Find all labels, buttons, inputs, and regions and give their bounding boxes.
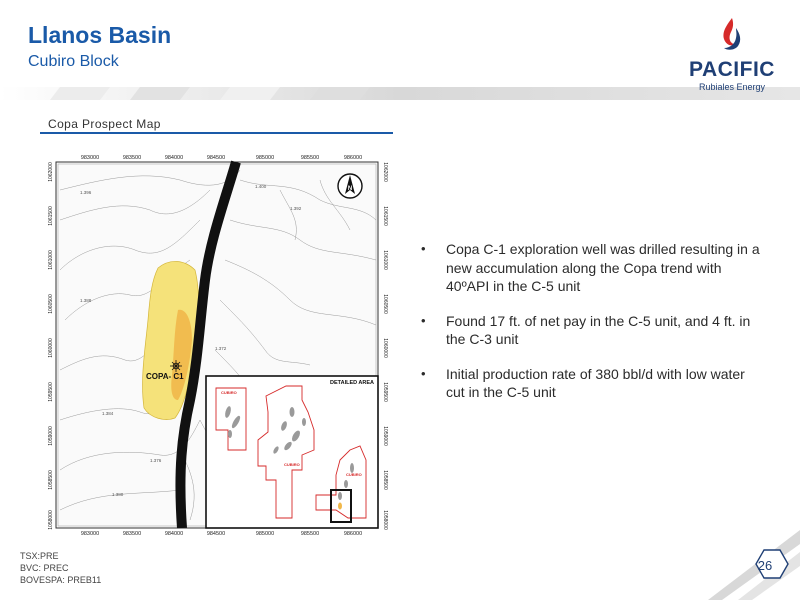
key-findings-list: • Copa C-1 exploration well was drilled r…	[421, 240, 766, 418]
flame-drop-icon	[723, 18, 741, 50]
logo-name: PACIFIC	[689, 58, 775, 81]
x-tick-top: 983000	[81, 155, 99, 161]
x-tick-top: 985500	[301, 155, 319, 161]
y-tick-right: 1061500	[382, 206, 388, 226]
x-tick-top: 983500	[123, 155, 141, 161]
section-divider	[40, 132, 393, 134]
list-item: • Copa C-1 exploration well was drilled r…	[421, 240, 766, 296]
x-tick-top: 984500	[207, 155, 225, 161]
ticker-footer: TSX:PRE BVC: PREC BOVESPA: PREB11	[20, 550, 101, 586]
y-tick-left: 1062000	[48, 162, 54, 182]
y-tick-left: 1060500	[48, 294, 54, 314]
y-tick-right: 1061000	[382, 250, 388, 270]
y-tick-right: 1062000	[382, 162, 388, 182]
y-tick-left: 1058000	[48, 510, 54, 530]
y-tick-left: 1058500	[48, 470, 54, 490]
detailed-area-inset: DETAILED AREA CUBIRO CUBIRO CUBIRO	[205, 375, 379, 529]
contour-label: 1.380	[112, 492, 124, 497]
y-tick-right: 1059000	[382, 426, 388, 446]
north-arrow-icon: N	[337, 173, 363, 199]
north-label: N	[348, 186, 352, 192]
x-tick-bottom: 984500	[207, 531, 225, 536]
y-tick-right: 1058000	[382, 510, 388, 530]
company-logo: PACIFIC Rubiales Energy	[684, 16, 784, 100]
logo-tagline: Rubiales Energy	[698, 82, 766, 92]
y-tick-right: 1060000	[382, 338, 388, 358]
slide-subtitle: Cubiro Block	[28, 53, 119, 70]
bullet-icon: •	[421, 365, 426, 381]
bullet-icon: •	[421, 312, 426, 328]
y-tick-left: 1060000	[48, 338, 54, 358]
bullet-text: Found 17 ft. of net pay in the C-5 unit,…	[446, 312, 751, 348]
list-item: • Found 17 ft. of net pay in the C-5 unit…	[421, 312, 766, 349]
y-tick-left: 1061000	[48, 250, 54, 270]
well-label: COPA- C1	[146, 372, 184, 381]
inset-block-label: CUBIRO	[284, 462, 300, 467]
x-tick-bottom: 983000	[81, 531, 99, 536]
bullet-text: Initial production rate of 380 bbl/d wit…	[446, 365, 745, 401]
contour-label: 1.376	[150, 458, 162, 463]
y-tick-left: 1059500	[48, 382, 54, 402]
map-section-label: Copa Prospect Map	[48, 117, 161, 131]
y-tick-labels-right: 1062000 1061500 1061000 1060500 1060000 …	[382, 162, 388, 530]
y-tick-right: 1058500	[382, 470, 388, 490]
header-banner	[0, 87, 800, 100]
page-number: 26	[757, 558, 773, 573]
x-tick-bottom: 983500	[123, 531, 141, 536]
x-tick-top: 984000	[165, 155, 183, 161]
y-tick-left: 1061500	[48, 206, 54, 226]
x-tick-bottom: 985000	[256, 531, 274, 536]
contour-label: 1.400	[255, 184, 267, 189]
contour-label: 1.396	[80, 190, 92, 195]
x-tick-bottom: 986000	[344, 531, 362, 536]
inset-block-label: CUBIRO	[346, 472, 362, 477]
bullet-text: Copa C-1 exploration well was drilled re…	[446, 241, 760, 294]
ticker-line: BVC: PREC	[20, 563, 69, 573]
bullet-icon: •	[421, 241, 426, 256]
x-tick-top: 985000	[256, 155, 274, 161]
copa-prospect-map: 983000 983500 984000 984500 985000 98550…	[40, 150, 396, 536]
contour-label: 1.372	[215, 346, 227, 351]
x-tick-top: 986000	[344, 155, 362, 161]
ticker-line: TSX:PRE	[20, 551, 59, 561]
contour-label: 1.384	[102, 411, 114, 416]
inset-block-label: CUBIRO	[221, 390, 237, 395]
x-tick-bottom: 984000	[165, 531, 183, 536]
y-tick-right: 1059500	[382, 382, 388, 402]
slide-title: Llanos Basin	[28, 22, 172, 48]
contour-label: 1.388	[80, 298, 92, 303]
list-item: • Initial production rate of 380 bbl/d wi…	[421, 365, 766, 402]
contour-label: 1.392	[290, 206, 302, 211]
ticker-line: BOVESPA: PREB11	[20, 575, 102, 585]
y-tick-left: 1059000	[48, 426, 54, 446]
inset-title: DETAILED AREA	[330, 380, 374, 386]
y-tick-right: 1060500	[382, 294, 388, 314]
y-tick-labels-left: 1062000 1061500 1061000 1060500 1060000 …	[48, 162, 54, 530]
x-tick-bottom: 985500	[301, 531, 319, 536]
